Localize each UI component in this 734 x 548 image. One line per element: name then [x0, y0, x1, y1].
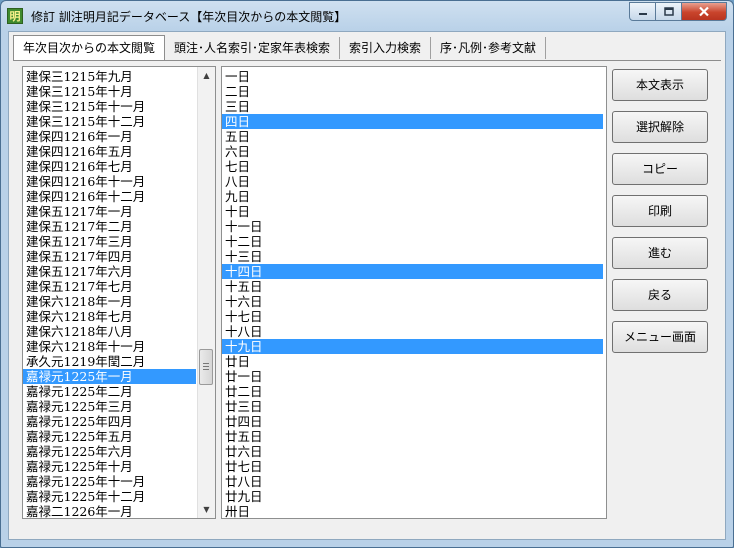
show-text-button[interactable]: 本文表示	[612, 69, 708, 101]
day-list-item[interactable]: 十六日	[222, 294, 603, 309]
deselect-button[interactable]: 選択解除	[612, 111, 708, 143]
maximize-icon	[663, 7, 674, 16]
title-bar[interactable]: 明 修訂 訓注明月記データベース【年次目次からの本文閲覧】	[1, 1, 733, 31]
month-list-item[interactable]: 建保四1216年一月	[23, 129, 196, 144]
month-list-item[interactable]: 嘉禄元1225年二月	[23, 384, 196, 399]
grip-line	[203, 369, 209, 370]
month-list-item[interactable]: 建保四1216年七月	[23, 159, 196, 174]
day-list-item[interactable]: 一日	[222, 69, 603, 84]
menu-screen-button[interactable]: メニュー画面	[612, 321, 708, 353]
month-list-item[interactable]: 嘉禄元1225年十二月	[23, 489, 196, 504]
month-list-item[interactable]: 建保五1217年二月	[23, 219, 196, 234]
day-list-item[interactable]: 廿四日	[222, 414, 603, 429]
day-list-item[interactable]: 廿五日	[222, 429, 603, 444]
day-list-item[interactable]: 廿一日	[222, 369, 603, 384]
day-list-item[interactable]: 廿八日	[222, 474, 603, 489]
tab-headnote-person-search[interactable]: 頭注･人名索引･定家年表検索	[165, 37, 341, 59]
day-list-item[interactable]: 八日	[222, 174, 603, 189]
month-list: 建保三1215年九月 建保三1215年十月 建保三1215年十一月 建保三1215年十…	[23, 69, 196, 518]
window-controls	[629, 2, 727, 22]
month-list-item[interactable]: 建保五1217年六月	[23, 264, 196, 279]
client-area: 年次目次からの本文閲覧 頭注･人名索引･定家年表検索 索引入力検索 序･凡例･参…	[8, 31, 726, 540]
month-list-item[interactable]: 建保三1215年十二月	[23, 114, 196, 129]
minimize-icon	[638, 12, 647, 15]
day-list-item[interactable]: 廿七日	[222, 459, 603, 474]
day-list-item[interactable]: 十三日	[222, 249, 603, 264]
day-list-item[interactable]: 十四日	[222, 264, 603, 279]
back-button[interactable]: 戻る	[612, 279, 708, 311]
close-button[interactable]	[682, 2, 727, 21]
day-list-item[interactable]: 九日	[222, 189, 603, 204]
month-list-item[interactable]: 建保四1216年十一月	[23, 174, 196, 189]
tab-index-input-search[interactable]: 索引入力検索	[340, 37, 432, 59]
day-list-item[interactable]: 四日	[222, 114, 603, 129]
close-icon	[699, 6, 709, 17]
month-list-item[interactable]: 建保五1217年七月	[23, 279, 196, 294]
month-list-item[interactable]: 建保四1216年五月	[23, 144, 196, 159]
day-list-item[interactable]: 十七日	[222, 309, 603, 324]
month-list-item[interactable]: 建保六1218年一月	[23, 294, 196, 309]
month-list-item[interactable]: 建保六1218年十一月	[23, 339, 196, 354]
scroll-down-arrow-icon[interactable]: ▼	[198, 501, 215, 518]
day-list-item[interactable]: 五日	[222, 129, 603, 144]
month-list-item[interactable]: 嘉禄元1225年十月	[23, 459, 196, 474]
maximize-button[interactable]	[656, 2, 682, 21]
day-list-item[interactable]: 二日	[222, 84, 603, 99]
month-list-item[interactable]: 建保三1215年十一月	[23, 99, 196, 114]
month-list-item[interactable]: 建保五1217年三月	[23, 234, 196, 249]
day-list-item[interactable]: 十二日	[222, 234, 603, 249]
month-list-scrollbar[interactable]: ▲ ▼	[197, 67, 215, 518]
app-icon[interactable]: 明	[7, 8, 23, 24]
forward-button[interactable]: 進む	[612, 237, 708, 269]
month-list-item[interactable]: 建保四1216年十二月	[23, 189, 196, 204]
tab-bar: 年次目次からの本文閲覧 頭注･人名索引･定家年表検索 索引入力検索 序･凡例･参…	[13, 35, 547, 61]
day-list-item[interactable]: 三日	[222, 99, 603, 114]
month-list-item[interactable]: 嘉禄元1225年十一月	[23, 474, 196, 489]
day-list-item[interactable]: 十九日	[222, 339, 603, 354]
month-list-item[interactable]: 建保六1218年七月	[23, 309, 196, 324]
scrollbar-thumb[interactable]	[199, 349, 213, 385]
month-list-item[interactable]: 建保六1218年八月	[23, 324, 196, 339]
day-listbox[interactable]: 一日 二日 三日 四日 五日 六日 七日 八日 九日 十日 十一日 十二日 十三日 十四日 十五日 十六日 十七…	[221, 66, 607, 519]
day-list-item[interactable]: 十一日	[222, 219, 603, 234]
day-list-item[interactable]: 廿日	[222, 354, 603, 369]
minimize-button[interactable]	[629, 2, 656, 21]
day-list-item[interactable]: 十五日	[222, 279, 603, 294]
month-list-item[interactable]: 嘉禄元1225年四月	[23, 414, 196, 429]
month-list-item[interactable]: 建保三1215年十月	[23, 84, 196, 99]
month-list-item[interactable]: 建保三1215年九月	[23, 69, 196, 84]
day-list: 一日 二日 三日 四日 五日 六日 七日 八日 九日 十日 十一日 十二日 十三日 十四日 十五日 十六日 十七…	[222, 69, 603, 518]
grip-line	[203, 363, 209, 364]
month-list-item[interactable]: 建保五1217年一月	[23, 204, 196, 219]
scroll-up-arrow-icon[interactable]: ▲	[198, 67, 215, 84]
day-list-item[interactable]: 六日	[222, 144, 603, 159]
tab-annual-index-reading[interactable]: 年次目次からの本文閲覧	[13, 35, 166, 61]
day-list-item[interactable]: 十日	[222, 204, 603, 219]
month-listbox[interactable]: 建保三1215年九月 建保三1215年十月 建保三1215年十一月 建保三1215年十…	[22, 66, 216, 519]
month-list-item[interactable]: 嘉禄元1225年三月	[23, 399, 196, 414]
tab-divider	[13, 60, 721, 61]
month-list-item[interactable]: 嘉禄元1225年一月	[23, 369, 196, 384]
copy-button[interactable]: コピー	[612, 153, 708, 185]
day-list-item[interactable]: 廿三日	[222, 399, 603, 414]
day-list-item[interactable]: 廿六日	[222, 444, 603, 459]
day-list-item[interactable]: 廿九日	[222, 489, 603, 504]
month-list-item[interactable]: 建保五1217年四月	[23, 249, 196, 264]
day-list-item[interactable]: 十八日	[222, 324, 603, 339]
tab-preface-references[interactable]: 序･凡例･参考文献	[431, 37, 547, 59]
grip-line	[203, 366, 209, 367]
app-window: 明 修訂 訓注明月記データベース【年次目次からの本文閲覧】 年次目次からの本文閲…	[0, 0, 734, 548]
print-button[interactable]: 印刷	[612, 195, 708, 227]
day-list-item[interactable]: 廿二日	[222, 384, 603, 399]
month-list-item[interactable]: 嘉禄二1226年一月	[23, 504, 196, 518]
month-list-item[interactable]: 嘉禄元1225年五月	[23, 429, 196, 444]
window-title: 修訂 訓注明月記データベース【年次目次からの本文閲覧】	[31, 10, 347, 24]
day-list-item[interactable]: 卅日	[222, 504, 603, 518]
month-list-item[interactable]: 承久元1219年閏二月	[23, 354, 196, 369]
day-list-item[interactable]: 七日	[222, 159, 603, 174]
month-list-item[interactable]: 嘉禄元1225年六月	[23, 444, 196, 459]
